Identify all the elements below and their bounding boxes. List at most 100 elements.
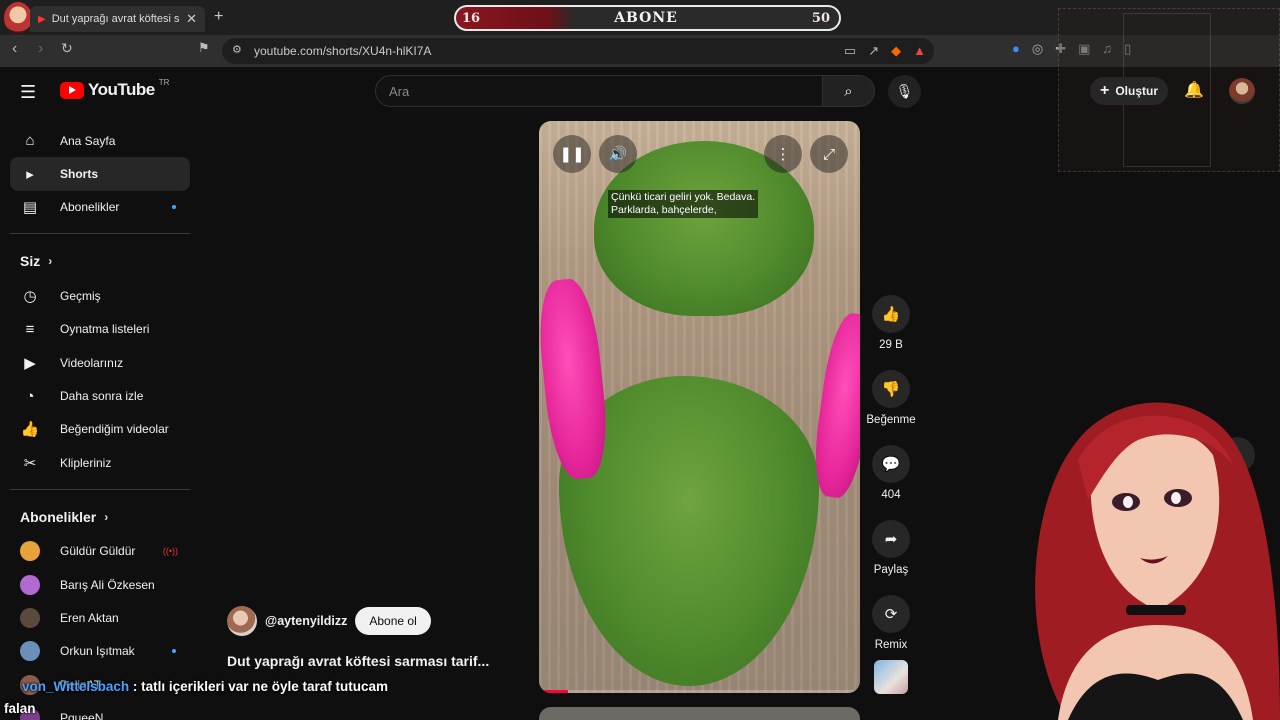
sidebar-item-label: Ana Sayfa [60, 133, 116, 148]
forward-icon[interactable]: › [38, 40, 43, 58]
url-text: youtube.com/shorts/XU4n-hlKI7A [254, 44, 432, 58]
dislike-label: Beğenme [866, 414, 916, 426]
thumbs-up-icon: 👍 [881, 306, 901, 323]
more-vert-icon: ⋮ [775, 146, 791, 163]
comment-icon: 💬 [881, 456, 901, 473]
comment-count: 404 [881, 489, 901, 501]
sidebar-item-you[interactable]: ✂ Klipleriniz [10, 446, 190, 479]
fullscreen-icon: ⤢ [822, 145, 835, 163]
bookmark-icon[interactable]: ⚑ [198, 40, 210, 56]
clips-icon: ✂ [23, 454, 37, 472]
pause-button[interactable]: ❚❚ [553, 135, 591, 173]
fullscreen-button[interactable]: ⤢ [810, 135, 848, 173]
tab-close-icon[interactable]: ✕ [186, 11, 197, 27]
youtube-favicon-icon: ▶ [38, 13, 46, 25]
volume-button[interactable]: 🔊 [599, 135, 637, 173]
create-button[interactable]: + Oluştur [1090, 77, 1169, 105]
chat-username: von_Wittelsbach [22, 679, 130, 694]
remix-label: Remix [874, 639, 908, 651]
logo-text: YouTube [88, 80, 155, 99]
share-icon: ➦ [884, 531, 898, 548]
dislike-button[interactable]: 👎 [872, 370, 910, 408]
comment-action[interactable]: 💬 404 [866, 445, 916, 501]
sidebar-item-you[interactable]: ≡ Oynatma listeleri [10, 313, 190, 346]
sound-thumbnail[interactable] [874, 660, 908, 694]
shorts-video-player[interactable]: ❚❚ 🔊 ⋮ ⤢ Çünkü ticari geliri yok. Bedava… [539, 121, 860, 693]
browser-tab[interactable]: ▶ Dut yaprağı avrat köftesi sarma ✕ [30, 6, 205, 32]
rewards-icon[interactable]: ▲ [913, 43, 926, 59]
subscriptions-icon: ▤ [22, 199, 38, 217]
sidebar-item-label: Shorts [60, 167, 99, 182]
sidebar-section-you[interactable]: Siz › [10, 243, 190, 279]
voice-search-button[interactable]: 🎙 [888, 75, 921, 108]
sidebar-item-you[interactable]: ◷ Geçmiş [10, 279, 190, 312]
remix-action[interactable]: ⟳ Remix [866, 595, 916, 651]
video-progress-fill [539, 690, 568, 693]
sidebar-item-main[interactable]: ▸ Shorts [10, 157, 190, 191]
site-settings-icon[interactable]: ⚙ [232, 43, 242, 56]
share-page-icon[interactable]: ↗ [868, 43, 879, 59]
volume-icon: 🔊 [608, 146, 628, 163]
shorts-icon: ▸ [26, 166, 34, 184]
search-input[interactable] [376, 76, 822, 106]
channel-avatar [20, 641, 40, 662]
more-options-button[interactable]: ⋮ [764, 135, 802, 173]
sidebar-item-main[interactable]: ⌂ Ana Sayfa [10, 124, 190, 157]
share-action[interactable]: ➦ Paylaş [866, 520, 916, 576]
sidebar-divider [10, 233, 190, 235]
remix-button[interactable]: ⟳ [872, 595, 910, 633]
new-tab-icon[interactable]: + [214, 8, 223, 26]
history-icon: ◷ [23, 287, 37, 305]
create-label: Oluştur [1115, 84, 1159, 98]
new-content-dot [172, 648, 176, 653]
share-button[interactable]: ➦ [872, 520, 910, 558]
sidebar-item-subs[interactable]: Eren Aktan [10, 601, 190, 634]
watch-later-icon: ◔ [25, 387, 35, 405]
sidebar-item-you[interactable]: ◔ Daha sonra izle [10, 379, 190, 412]
sidebar-item-subs[interactable]: Orkun Işıtmak [10, 635, 190, 668]
channel-avatar [20, 574, 40, 595]
subscribe-button[interactable]: Abone ol [355, 607, 431, 635]
notifications-bell-icon[interactable]: 🔔 [1184, 80, 1204, 100]
dislike-action[interactable]: 👎 Beğenme [866, 370, 916, 426]
like-action[interactable]: 👍 29 B [866, 295, 916, 351]
channel-row: @aytenyildizz Abone ol [227, 606, 431, 636]
mic-icon: 🎙 [895, 83, 914, 99]
sidebar-item-subs[interactable]: Güldür Güldür ((•)) [10, 535, 190, 568]
like-button[interactable]: 👍 [872, 295, 910, 333]
sidebar-item-you[interactable]: ▶ Videolarınız [10, 346, 190, 379]
comment-button[interactable]: 💬 [872, 445, 910, 483]
extension-icon[interactable]: ● [1012, 41, 1020, 57]
sidebar-item-main[interactable]: ▤ Abonelikler [10, 191, 190, 224]
sidebar-item-you[interactable]: 👍 Beğendiğim videolar [10, 413, 190, 446]
sidebar-item-label: Oynatma listeleri [60, 322, 150, 337]
brave-shield-icon[interactable]: ◆ [891, 43, 901, 59]
user-avatar[interactable] [1229, 78, 1255, 104]
channel-handle[interactable]: @aytenyildizz [265, 614, 347, 628]
channel-avatar[interactable] [227, 606, 257, 636]
sidebar-item-label: Beğendiğim videolar [60, 422, 169, 437]
extension-icon[interactable]: ◎ [1032, 41, 1043, 57]
cast-icon[interactable]: ▭ [844, 43, 856, 59]
next-short-preview[interactable] [539, 707, 860, 720]
address-bar[interactable]: ⚙ youtube.com/shorts/XU4n-hlKI7A ▭ ↗ ◆ ▲ [222, 38, 934, 64]
sidebar-item-label: Videolarınız [60, 355, 124, 370]
stream-chat-message: von_Wittelsbach : tatlı içerikleri var n… [4, 676, 404, 720]
youtube-play-icon [60, 81, 84, 99]
video-progress-bar[interactable] [539, 690, 860, 693]
section-title-subscriptions: Abonelikler [20, 508, 97, 525]
reload-icon[interactable]: ↻ [61, 40, 73, 57]
back-icon[interactable]: ‹ [12, 40, 17, 58]
video-title[interactable]: Dut yaprağı avrat köftesi sarması tarif.… [227, 653, 527, 669]
liked-icon: 👍 [20, 421, 40, 439]
sidebar-item-label: Abonelikler [60, 200, 120, 215]
sidebar-item-subs[interactable]: Barış Ali Özkesen [10, 568, 190, 601]
menu-icon[interactable]: ☰ [20, 82, 36, 103]
sidebar-section-subscriptions[interactable]: Abonelikler › [10, 499, 190, 535]
search-box[interactable] [375, 75, 823, 107]
youtube-logo[interactable]: YouTube TR [60, 77, 170, 100]
search-button[interactable]: ⌕ [823, 75, 875, 107]
country-code: TR [158, 77, 170, 87]
chevron-right-icon: › [48, 254, 53, 269]
sub-goal-label: ABONE [614, 10, 678, 26]
